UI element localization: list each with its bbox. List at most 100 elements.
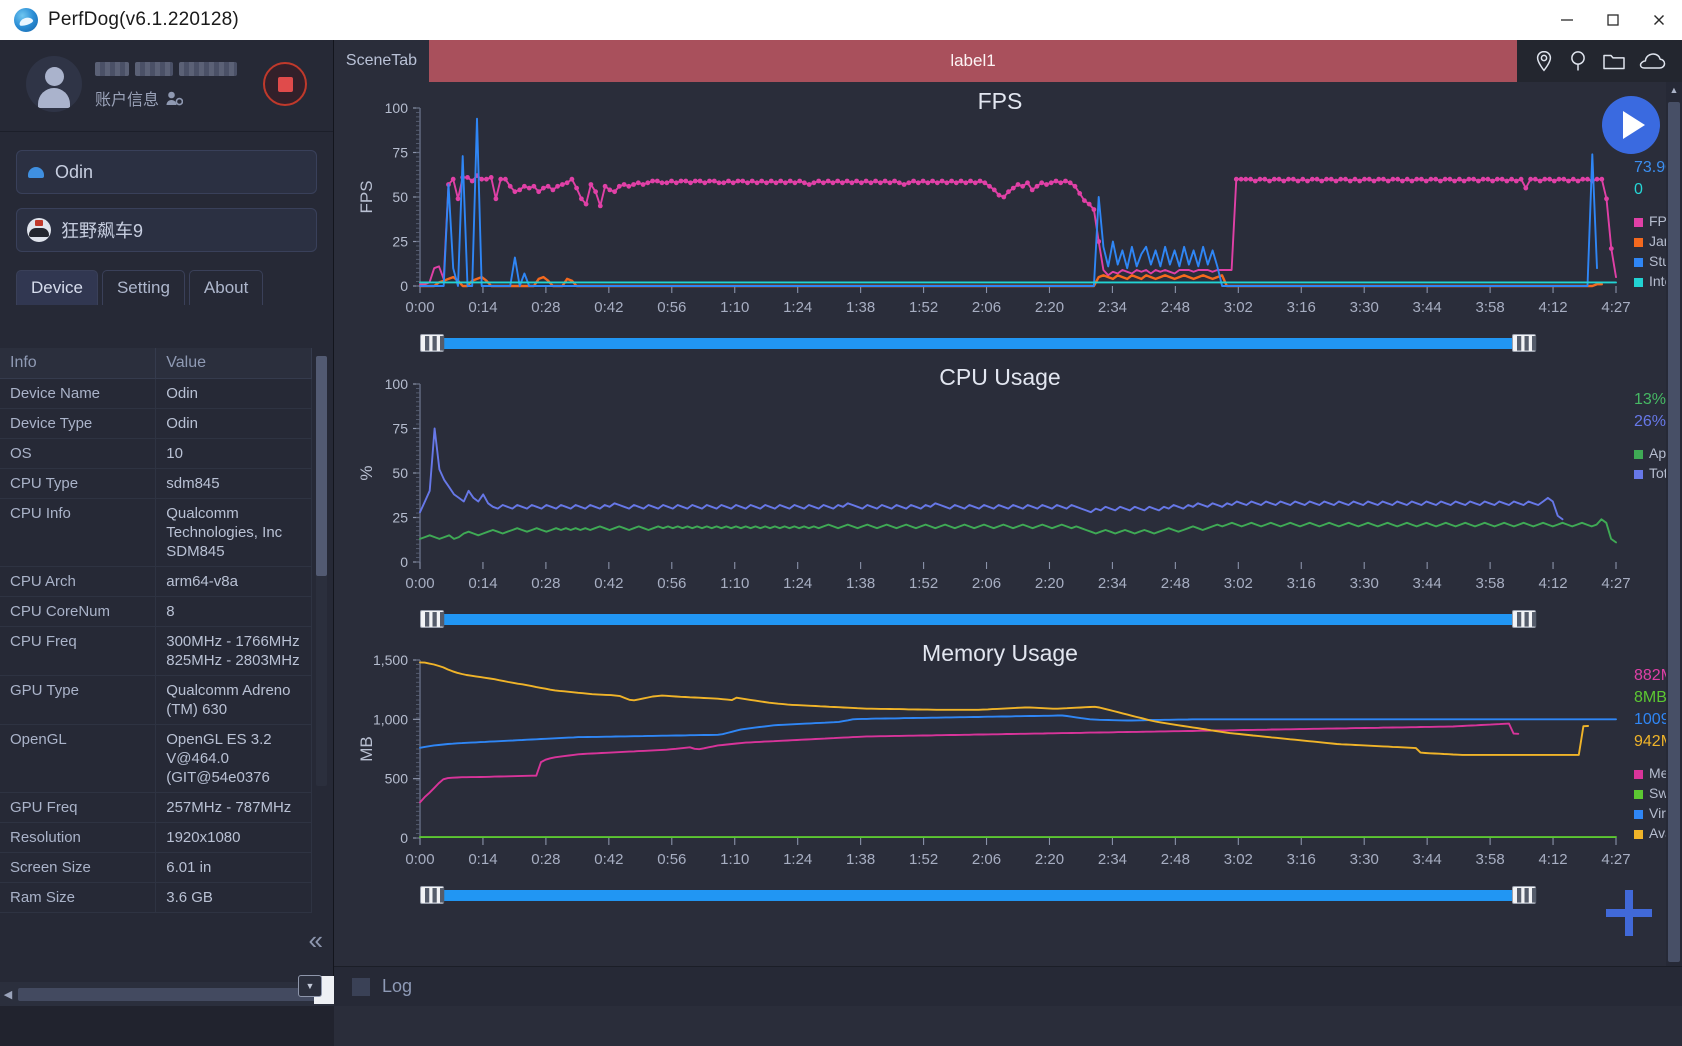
table-row[interactable]: Resolution1920x1080 — [0, 823, 312, 853]
minimize-button[interactable] — [1544, 0, 1590, 40]
sidebar-collapse-icon[interactable]: « — [309, 925, 317, 956]
marker-pin-icon[interactable] — [1566, 49, 1590, 73]
scroll-left-icon[interactable]: ◀ — [0, 988, 16, 1001]
table-row[interactable]: Device TypeOdin — [0, 409, 312, 439]
stop-record-button[interactable] — [263, 62, 307, 106]
scene-label-block[interactable]: label1 — [429, 40, 1517, 82]
slider-handle-left[interactable]: ▐▐▐ — [420, 610, 444, 628]
x-tick-label: 1:24 — [783, 851, 812, 868]
row-value: Odin — [156, 409, 312, 439]
avatar[interactable] — [26, 56, 82, 112]
x-tick-label: 2:48 — [1161, 299, 1190, 316]
slider-handle-left[interactable]: ▐▐▐ — [420, 334, 444, 352]
table-row[interactable]: CPU Typesdm845 — [0, 469, 312, 499]
x-tick-label: 1:52 — [909, 851, 938, 868]
slider-handle-right[interactable]: ▐▐▐ — [1512, 886, 1536, 904]
cloud-icon[interactable] — [1637, 49, 1667, 73]
window-controls — [1544, 0, 1682, 40]
row-key: Device Name — [0, 379, 156, 409]
table-row[interactable]: CPU InfoQualcomm Technologies, Inc SDM84… — [0, 499, 312, 567]
x-tick-label: 3:30 — [1350, 299, 1379, 316]
table-row[interactable]: GPU Freq257MHz - 787MHz — [0, 793, 312, 823]
y-tick-label: 0 — [400, 278, 408, 294]
table-row[interactable]: OS10 — [0, 439, 312, 469]
table-row[interactable]: CPU CoreNum8 — [0, 597, 312, 627]
tab-about[interactable]: About — [189, 270, 263, 305]
scene-tab[interactable]: SceneTab — [334, 40, 429, 82]
x-tick-label: 4:12 — [1538, 299, 1567, 316]
table-row[interactable]: OpenGLOpenGL ES 3.2 V@464.0 (GIT@54e0376 — [0, 725, 312, 793]
folder-icon[interactable] — [1601, 49, 1627, 73]
x-tick-label: 3:30 — [1350, 851, 1379, 868]
account-panel: 账户信息 — [0, 40, 333, 132]
time-range-slider[interactable]: ▐▐▐ ▐▐▐ — [420, 610, 1536, 628]
table-row[interactable]: Screen Size6.01 in — [0, 853, 312, 883]
row-key: CPU Arch — [0, 567, 156, 597]
app-icon — [27, 218, 51, 242]
row-value: 257MHz - 787MHz — [156, 793, 312, 823]
series-line — [420, 724, 1518, 803]
account-info-row[interactable]: 账户信息 — [95, 86, 183, 110]
y-tick-label: 50 — [392, 465, 408, 481]
slider-handle-left[interactable]: ▐▐▐ — [420, 886, 444, 904]
log-toggle-box[interactable] — [352, 978, 370, 996]
slider-track[interactable] — [430, 890, 1526, 901]
play-button[interactable] — [1602, 96, 1660, 154]
row-key: Ram Size — [0, 883, 156, 913]
x-tick-label: 1:24 — [783, 299, 812, 316]
series-line — [420, 429, 1563, 520]
x-tick-label: 3:16 — [1287, 299, 1316, 316]
slider-track[interactable] — [430, 338, 1526, 349]
location-pin-icon[interactable] — [1532, 49, 1556, 73]
chart-cpu-usage: CPU Usage02550751000:000:140:280:420:561… — [334, 358, 1666, 634]
x-tick-label: 2:34 — [1098, 851, 1127, 868]
slider-track[interactable] — [430, 614, 1526, 625]
time-range-slider[interactable]: ▐▐▐ ▐▐▐ — [420, 334, 1536, 352]
sidebar-vertical-scrollbar[interactable] — [316, 356, 327, 786]
device-selector[interactable]: Odin — [16, 150, 317, 194]
left-sidebar: 账户信息 Odin 狂野飙车9 常规测试中 Dev — [0, 40, 334, 1006]
series-line — [420, 119, 1597, 286]
main-vertical-scrollbar[interactable]: ▲ — [1666, 82, 1682, 966]
tab-device[interactable]: Device — [16, 270, 98, 305]
app-selector-label: 狂野飙车9 — [61, 217, 143, 243]
scroll-track[interactable] — [18, 988, 316, 1001]
sidebar-horizontal-scrollbar[interactable]: ◀ ▶ — [0, 982, 334, 1006]
panel-dropdown-button[interactable]: ▼ — [298, 975, 322, 997]
app-selector[interactable]: 狂野飙车9 常规测试中 — [16, 208, 317, 252]
tab-setting[interactable]: Setting — [102, 270, 185, 305]
x-tick-label: 3:02 — [1224, 851, 1253, 868]
add-chart-button[interactable] — [1602, 886, 1656, 940]
x-tick-label: 0:28 — [531, 575, 560, 592]
x-tick-label: 3:02 — [1224, 299, 1253, 316]
user-switch-icon[interactable] — [166, 91, 183, 106]
table-row[interactable]: Device NameOdin — [0, 379, 312, 409]
table-row[interactable]: Ram Size3.6 GB — [0, 883, 312, 913]
legend-label: VirtualMem... — [1649, 805, 1666, 821]
table-row[interactable]: GPU TypeQualcomm Adreno (TM) 630 — [0, 676, 312, 725]
scene-actions — [1517, 40, 1682, 82]
log-label: Log — [382, 976, 412, 997]
row-key: OpenGL — [0, 725, 156, 793]
x-tick-label: 0:42 — [594, 299, 623, 316]
x-tick-label: 0:56 — [657, 575, 686, 592]
slider-handle-right[interactable]: ▐▐▐ — [1512, 610, 1536, 628]
y-axis-label: FPS — [357, 180, 376, 213]
x-tick-label: 1:38 — [846, 299, 875, 316]
scroll-thumb[interactable] — [1668, 102, 1680, 962]
close-button[interactable] — [1636, 0, 1682, 40]
table-row[interactable]: CPU Freq300MHz - 1766MHz 825MHz - 2803MH… — [0, 627, 312, 676]
slider-handle-right[interactable]: ▐▐▐ — [1512, 334, 1536, 352]
row-value: Qualcomm Adreno (TM) 630 — [156, 676, 312, 725]
table-row[interactable]: CPU Archarm64-v8a — [0, 567, 312, 597]
x-tick-label: 3:02 — [1224, 575, 1253, 592]
window-titlebar: PerfDog(v6.1.220128) — [0, 0, 1682, 40]
y-axis-label: % — [357, 465, 376, 480]
x-tick-label: 0:00 — [405, 851, 434, 868]
x-tick-label: 0:14 — [468, 851, 497, 868]
maximize-button[interactable] — [1590, 0, 1636, 40]
current-value: 942MB — [1634, 733, 1666, 750]
scroll-up-icon[interactable]: ▲ — [1666, 82, 1682, 98]
x-tick-label: 3:30 — [1350, 575, 1379, 592]
time-range-slider[interactable]: ▐▐▐ ▐▐▐ — [420, 886, 1536, 904]
